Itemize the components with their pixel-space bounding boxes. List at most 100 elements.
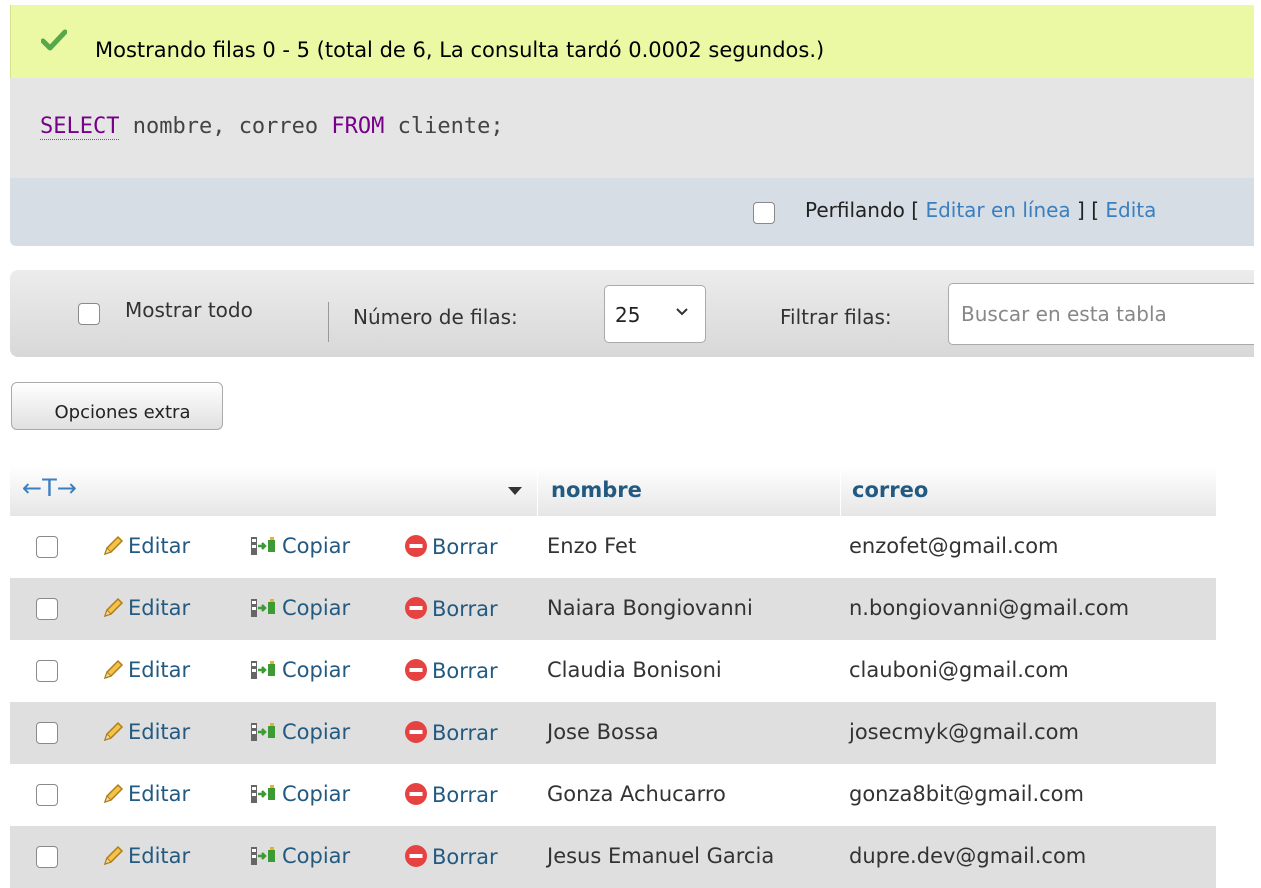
cell-correo: josecmyk@gmail.com	[849, 720, 1079, 744]
copy-label: Copiar	[282, 782, 351, 806]
copy-action[interactable]: Copiar	[248, 596, 350, 620]
delete-icon	[405, 783, 427, 805]
pencil-icon	[103, 783, 124, 804]
extra-options-button[interactable]: Opciones extra	[11, 382, 223, 430]
table-header: ←T→ nombre correo	[10, 466, 1216, 516]
sql-query: SELECT nombre, correo FROM cliente;	[40, 114, 504, 140]
cell-nombre: Gonza Achucarro	[547, 782, 726, 806]
copy-action[interactable]: Copiar	[248, 720, 350, 744]
delete-action[interactable]: Borrar	[404, 844, 498, 869]
copy-action[interactable]: Copiar	[248, 844, 350, 868]
edit-action[interactable]: Editar	[102, 720, 190, 744]
edit-action[interactable]: Editar	[102, 534, 190, 558]
table-row: Editar Copiar Borrar Jesus Emanuel Garci…	[10, 826, 1216, 888]
copy-label: Copiar	[282, 720, 351, 744]
delete-label: Borrar	[432, 659, 498, 683]
cell-nombre: Naiara Bongiovanni	[547, 596, 753, 620]
delete-action[interactable]: Borrar	[404, 720, 498, 745]
row-checkbox[interactable]	[36, 660, 58, 682]
sql-text-table: cliente;	[384, 114, 504, 139]
edit-action[interactable]: Editar	[102, 658, 190, 682]
delete-action[interactable]: Borrar	[404, 782, 498, 807]
profiling-bar: Perfilando [ Editar en línea ] [ Edita	[10, 178, 1254, 246]
row-checkbox[interactable]	[36, 598, 58, 620]
cell-nombre: Jose Bossa	[547, 720, 659, 744]
bracket: [	[904, 198, 926, 222]
copy-insert-icon	[251, 723, 275, 741]
delete-label: Borrar	[432, 845, 498, 869]
table-row: Editar Copiar Borrar Gonza Achucarro gon…	[10, 764, 1216, 826]
row-checkbox[interactable]	[36, 536, 58, 558]
delete-label: Borrar	[432, 535, 498, 559]
row-checkbox[interactable]	[36, 722, 58, 744]
copy-insert-icon	[251, 537, 275, 555]
delete-icon	[405, 535, 427, 557]
navigation-bar: Mostrar todo Número de filas: 25 Filtrar…	[10, 270, 1254, 357]
copy-label: Copiar	[282, 596, 351, 620]
pencil-icon	[103, 845, 124, 866]
profiling-label: Perfilando	[805, 198, 905, 222]
table-row: Editar Copiar Borrar Naiara Bongiovanni …	[10, 578, 1216, 640]
chevron-down-icon	[676, 308, 688, 316]
divider	[328, 302, 329, 342]
delete-icon	[405, 845, 427, 867]
show-all-checkbox[interactable]	[78, 303, 100, 325]
delete-action[interactable]: Borrar	[404, 596, 498, 621]
cell-correo: n.bongiovanni@gmail.com	[849, 596, 1130, 620]
edit-label: Editar	[128, 720, 191, 744]
copy-action[interactable]: Copiar	[248, 782, 350, 806]
sql-keyword-from: FROM	[331, 114, 385, 139]
delete-icon	[405, 659, 427, 681]
results-table: ←T→ nombre correo Editar Copiar Borrar E…	[10, 466, 1216, 888]
success-message-text: Mostrando filas 0 - 5 (total de 6, La co…	[95, 38, 825, 62]
sql-text-columns: nombre, correo	[119, 114, 332, 139]
delete-label: Borrar	[432, 721, 498, 745]
delete-icon	[405, 721, 427, 743]
sort-down-icon[interactable]	[507, 486, 523, 496]
pencil-icon	[103, 659, 124, 680]
column-header-correo[interactable]: correo	[852, 478, 928, 502]
pencil-icon	[103, 721, 124, 742]
cell-correo: dupre.dev@gmail.com	[849, 844, 1087, 868]
filter-search-input[interactable]	[948, 283, 1254, 345]
edit-action[interactable]: Editar	[102, 844, 190, 868]
show-all-label[interactable]: Mostrar todo	[125, 298, 253, 322]
row-checkbox[interactable]	[36, 784, 58, 806]
copy-action[interactable]: Copiar	[248, 534, 350, 558]
table-row: Editar Copiar Borrar Claudia Bonisoni cl…	[10, 640, 1216, 702]
column-arrows[interactable]: ←T→	[22, 474, 77, 502]
copy-label: Copiar	[282, 844, 351, 868]
delete-action[interactable]: Borrar	[404, 534, 498, 559]
column-header-nombre[interactable]: nombre	[551, 478, 642, 502]
copy-insert-icon	[251, 847, 275, 865]
cell-nombre: Enzo Fet	[547, 534, 637, 558]
delete-action[interactable]: Borrar	[404, 658, 498, 683]
edit-inline-link[interactable]: Editar en línea	[925, 198, 1070, 222]
row-checkbox[interactable]	[36, 846, 58, 868]
edit-link[interactable]: Edita	[1105, 198, 1156, 222]
edit-action[interactable]: Editar	[102, 596, 190, 620]
cell-correo: clauboni@gmail.com	[849, 658, 1069, 682]
edit-label: Editar	[128, 534, 191, 558]
copy-action[interactable]: Copiar	[248, 658, 350, 682]
sql-query-box: SELECT nombre, correo FROM cliente;	[10, 78, 1254, 178]
copy-insert-icon	[251, 785, 275, 803]
sql-keyword-select[interactable]: SELECT	[40, 114, 120, 140]
bracket: ] [	[1070, 198, 1106, 222]
rows-select[interactable]: 25	[604, 285, 706, 343]
copy-insert-icon	[251, 661, 275, 679]
table-row: Editar Copiar Borrar Jose Bossa josecmyk…	[10, 702, 1216, 764]
cell-nombre: Jesus Emanuel Garcia	[547, 844, 775, 868]
pencil-icon	[103, 535, 124, 556]
table-body: Editar Copiar Borrar Enzo Fet enzofet@gm…	[10, 516, 1216, 888]
check-icon	[41, 29, 67, 51]
edit-label: Editar	[128, 596, 191, 620]
edit-label: Editar	[128, 782, 191, 806]
profiling-checkbox[interactable]	[753, 202, 775, 224]
rows-select-value: 25	[615, 303, 641, 327]
edit-action[interactable]: Editar	[102, 782, 190, 806]
profiling-options: Perfilando [ Editar en línea ] [ Edita	[805, 198, 1156, 222]
edit-label: Editar	[128, 844, 191, 868]
pencil-icon	[103, 597, 124, 618]
edit-label: Editar	[128, 658, 191, 682]
